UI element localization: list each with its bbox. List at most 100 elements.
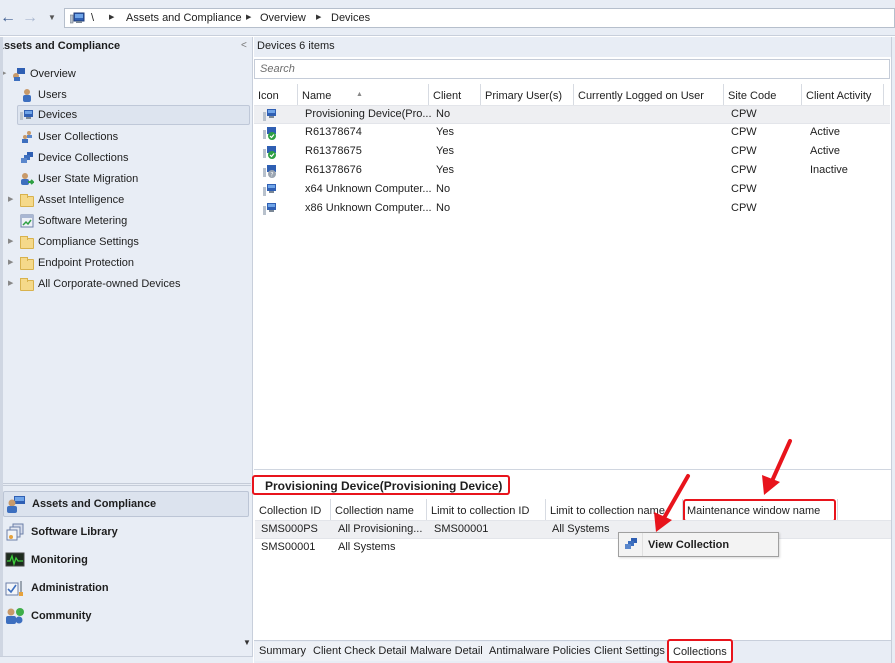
expand-icon[interactable]: ▶	[8, 195, 13, 203]
workspace-label: Assets and Compliance	[32, 498, 157, 510]
user-collections-icon	[22, 131, 32, 143]
tree-item-label: Device Collections	[38, 152, 129, 164]
user-icon	[23, 89, 31, 102]
column-header-limit-collection-id[interactable]: Limit to collection ID	[427, 499, 546, 521]
tree-item-users[interactable]: Users	[20, 85, 67, 105]
table-row[interactable]: Provisioning Device(Pro... No CPW	[254, 105, 890, 124]
tree-item-compliance-settings[interactable]: Compliance Settings	[20, 232, 139, 252]
column-header-client[interactable]: Client	[429, 84, 481, 106]
configure-buttons-icon[interactable]: ▼	[243, 638, 251, 647]
details-splitter[interactable]	[254, 469, 891, 470]
column-header-primary-users[interactable]: Primary User(s)	[481, 84, 574, 106]
tree-item-asset-intelligence[interactable]: Asset Intelligence	[20, 190, 124, 210]
cell-limit-collection-id: SMS00001	[434, 523, 489, 535]
tab-collections[interactable]: Collections	[667, 639, 733, 663]
folder-icon	[20, 277, 34, 291]
cell-site-code: CPW	[731, 126, 757, 138]
workspace-label: Monitoring	[31, 554, 88, 566]
table-row[interactable]: ? R61378676 Yes CPW Inactive	[254, 162, 890, 181]
tab-antimalware-policies[interactable]: Antimalware Policies	[485, 642, 596, 661]
tree-item-label: Overview	[30, 68, 76, 80]
workspace-administration[interactable]: Administration	[3, 575, 249, 601]
table-row[interactable]: x86 Unknown Computer... No CPW	[254, 200, 890, 219]
tab-malware-detail[interactable]: Malware Detail	[406, 642, 488, 661]
folder-icon	[20, 235, 34, 249]
community-icon	[6, 608, 24, 624]
forward-arrow-icon[interactable]: →	[22, 10, 38, 26]
workspace-splitter[interactable]	[3, 483, 251, 486]
cell-client: No	[436, 108, 451, 120]
dropdown-icon[interactable]: ▼	[44, 10, 60, 26]
tree-item-device-collections[interactable]: Device Collections	[20, 148, 128, 168]
cell-collection-name: All Provisioning...	[338, 523, 423, 535]
breadcrumb-separator-icon[interactable]: ▶	[316, 13, 321, 21]
column-header-limit-collection-name[interactable]: Limit to collection name	[546, 499, 683, 521]
tree-item-software-metering[interactable]: Software Metering	[20, 211, 127, 231]
tree-item-devices[interactable]: Devices	[17, 105, 250, 125]
back-arrow-icon[interactable]: ←	[0, 10, 16, 26]
view-title: Devices 6 items	[257, 40, 335, 52]
tree-item-user-collections[interactable]: User Collections	[20, 127, 118, 147]
cell-name: R61378674	[305, 126, 362, 138]
breadcrumb-root[interactable]: \	[91, 12, 94, 24]
device-active-icon	[263, 127, 276, 140]
breadcrumb-separator-icon[interactable]: ▶	[246, 13, 251, 21]
table-row[interactable]: R61378674 Yes CPW Active	[254, 124, 890, 143]
tree-item-label: Asset Intelligence	[38, 194, 125, 206]
column-header-collection-name[interactable]: ▲ Collection name	[331, 499, 427, 521]
device-inactive-icon: ?	[263, 165, 276, 178]
expand-icon[interactable]: ▶	[8, 258, 13, 266]
tab-client-check-detail[interactable]: Client Check Detail	[309, 642, 412, 661]
breadcrumb-overview[interactable]: Overview	[260, 12, 306, 24]
workspace-label: Software Library	[31, 526, 118, 538]
column-header-site-code[interactable]: Site Code	[724, 84, 802, 106]
view-collection-menu-item[interactable]: View Collection	[643, 539, 729, 551]
cell-site-code: CPW	[731, 202, 757, 214]
search-box[interactable]	[254, 59, 890, 79]
expand-icon[interactable]: ▶	[8, 279, 13, 287]
tree-item-endpoint-protection[interactable]: Endpoint Protection	[20, 253, 134, 273]
expand-icon[interactable]: ▶	[8, 237, 13, 245]
breadcrumb-separator-icon[interactable]: ▶	[109, 13, 114, 21]
table-row[interactable]: SMS00001 All Systems	[255, 539, 891, 558]
column-header-logged-on-user[interactable]: Currently Logged on User	[574, 84, 724, 106]
highlight-box	[683, 499, 836, 522]
device-collections-icon	[21, 152, 33, 163]
tree-item-all-corporate-owned-devices[interactable]: All Corporate-owned Devices	[20, 274, 180, 294]
search-input[interactable]	[255, 60, 889, 78]
column-header-collection-id[interactable]: Collection ID	[255, 499, 331, 521]
workspace-monitoring[interactable]: Monitoring	[3, 547, 249, 573]
workspace-community[interactable]: Community	[3, 603, 249, 629]
table-row[interactable]: x64 Unknown Computer... No CPW	[254, 181, 890, 200]
column-header-client-activity[interactable]: Client Activity	[802, 84, 884, 106]
breadcrumb-assets-and-compliance[interactable]: Assets and Compliance	[126, 12, 242, 24]
assets-compliance-icon	[7, 496, 25, 513]
tree-item-label: User Collections	[38, 131, 119, 143]
view-collection-icon	[624, 538, 637, 549]
tree-item-user-state-migration[interactable]: User State Migration	[20, 169, 138, 189]
tab-summary[interactable]: Summary	[255, 642, 312, 661]
table-row[interactable]: SMS000PS All Provisioning... SMS00001 Al…	[255, 520, 891, 539]
overview-icon	[13, 68, 25, 81]
software-library-icon	[6, 523, 24, 541]
workspace-label: Administration	[31, 582, 109, 594]
tree-item-overview[interactable]: Overview	[12, 64, 76, 84]
breadcrumb-devices[interactable]: Devices	[331, 12, 370, 24]
workspace-assets-and-compliance[interactable]: Assets and Compliance	[3, 491, 249, 517]
context-menu-icon-column	[619, 533, 643, 556]
tree-item-label: Compliance Settings	[38, 236, 139, 248]
cell-name: Provisioning Device(Pro...	[305, 108, 432, 120]
column-header-icon[interactable]: Icon	[254, 84, 298, 106]
cell-site-code: CPW	[731, 108, 757, 120]
cell-name: x64 Unknown Computer...	[305, 183, 432, 195]
workspace-software-library[interactable]: Software Library	[3, 519, 249, 545]
breadcrumb[interactable]: \ ▶ Assets and Compliance ▶ Overview ▶ D…	[64, 8, 895, 28]
tab-client-settings[interactable]: Client Settings	[590, 642, 670, 661]
table-row[interactable]: R61378675 Yes CPW Active	[254, 143, 890, 162]
devices-grid-header: Icon ▲ Name Client Primary User(s) Curre…	[254, 84, 890, 106]
tree-item-label: Endpoint Protection	[38, 257, 135, 269]
details-tabs: Summary Client Check Detail Malware Deta…	[254, 639, 891, 663]
column-header-name[interactable]: ▲ Name	[298, 84, 429, 106]
collapse-pane-icon[interactable]: <	[241, 40, 247, 51]
workspace-label: Community	[31, 610, 92, 622]
